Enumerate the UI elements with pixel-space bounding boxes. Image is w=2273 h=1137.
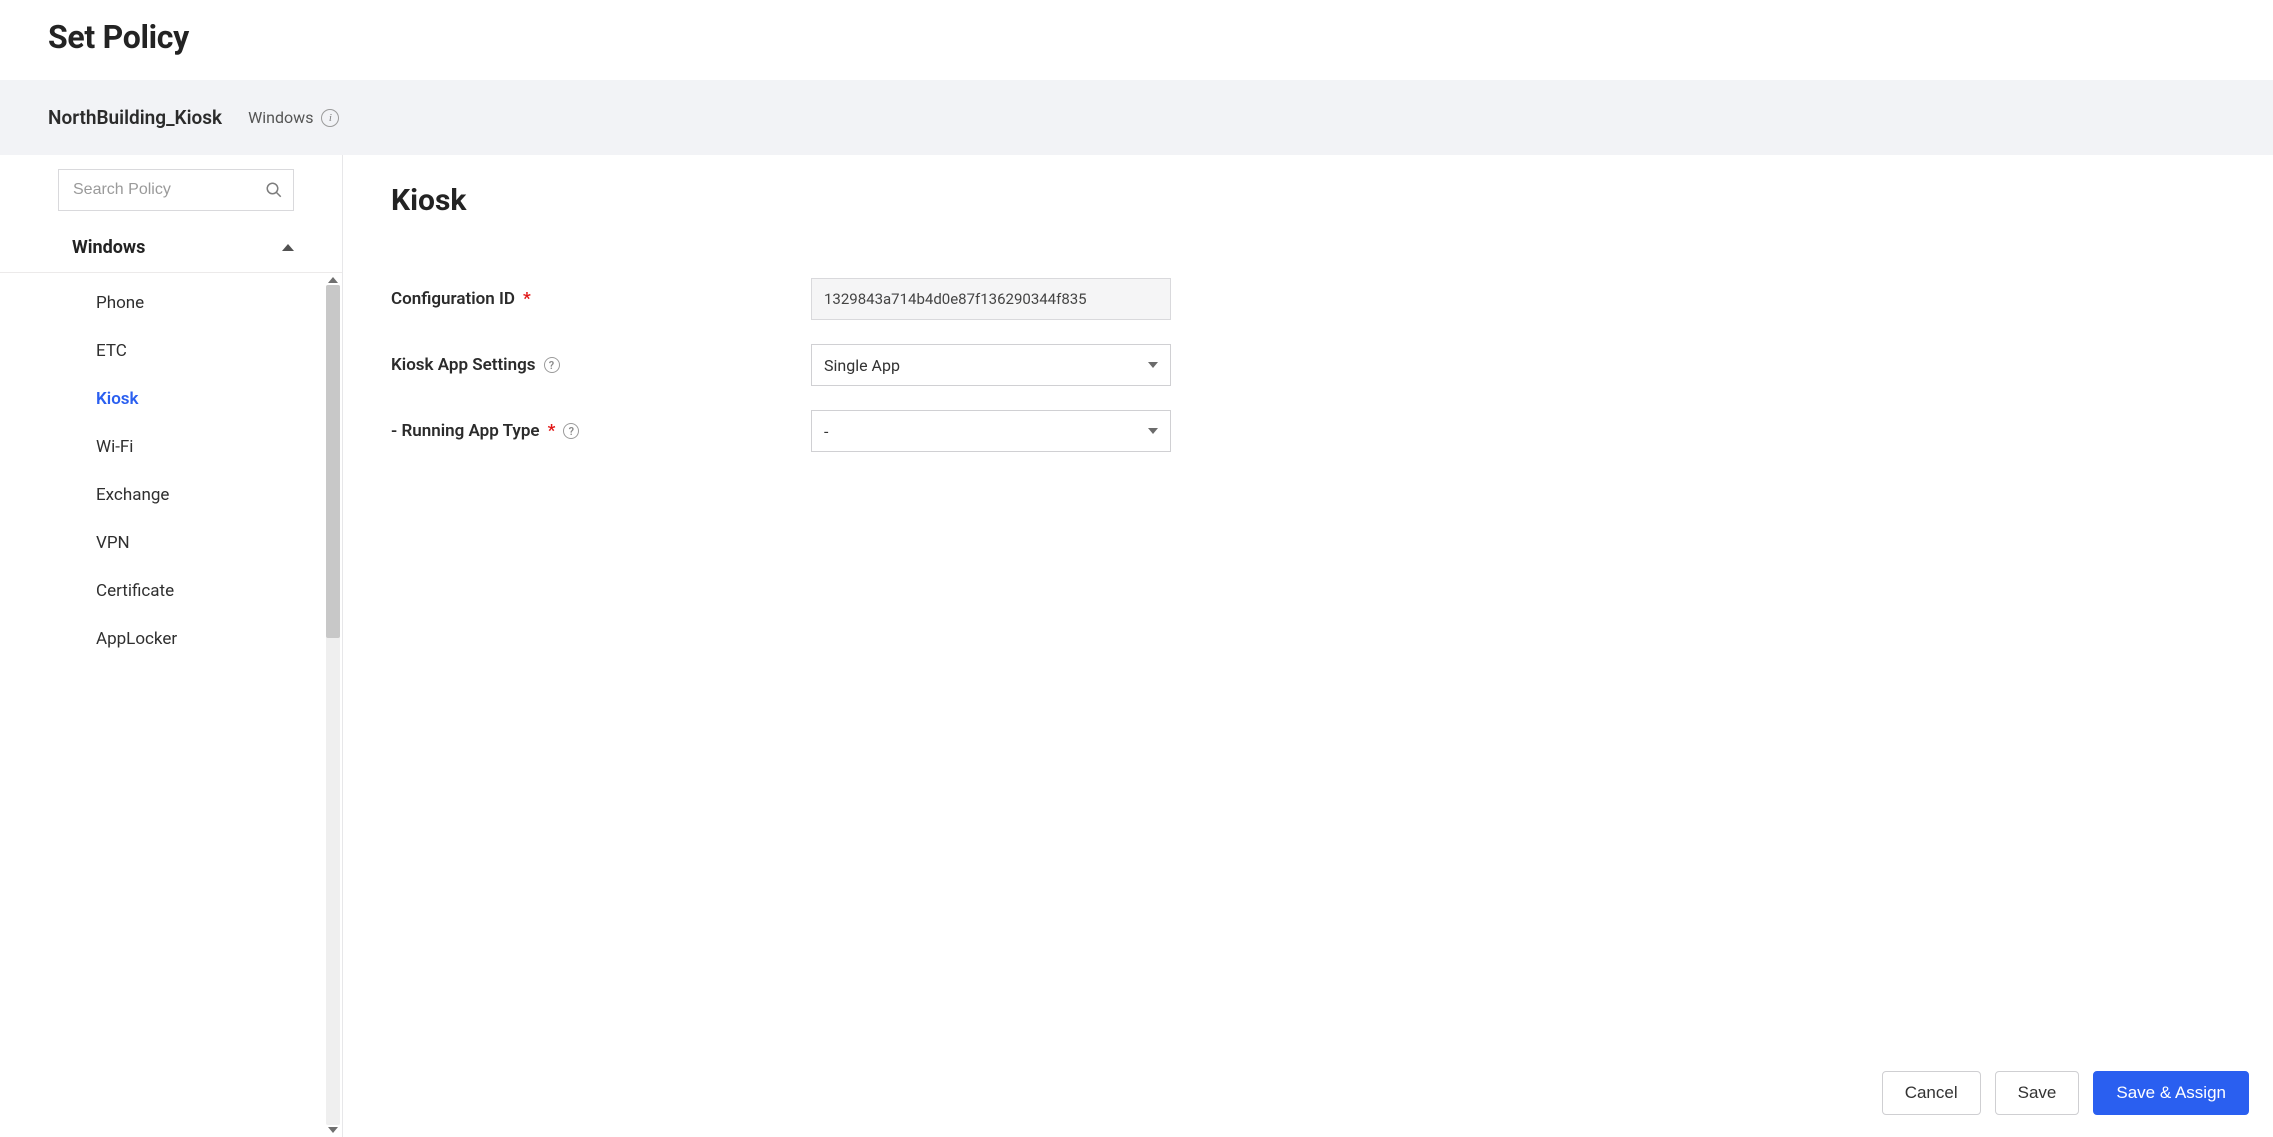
configuration-id-field[interactable]: 1329843a714b4d0e87f136290344f835 [811, 278, 1171, 320]
save-assign-button[interactable]: Save & Assign [2093, 1071, 2249, 1115]
required-mark: * [523, 289, 531, 309]
sidebar-item-kiosk[interactable]: Kiosk [0, 375, 342, 423]
platform-label: Windows i [248, 108, 339, 127]
chevron-up-icon [282, 244, 294, 251]
sidebar-scroll: Phone ETC Kiosk Wi-Fi Exchange VPN Certi… [0, 273, 342, 1137]
subheader: NorthBuilding_Kiosk Windows i [0, 80, 2273, 155]
scroll-down-icon[interactable] [328, 1127, 338, 1133]
scroll-track[interactable] [326, 285, 340, 1125]
label-kiosk-app-settings: Kiosk App Settings ? [391, 355, 771, 375]
sidebar-item-vpn[interactable]: VPN [0, 519, 342, 567]
info-icon[interactable]: i [321, 109, 339, 127]
scroll-thumb[interactable] [326, 285, 340, 638]
select-value: - [824, 422, 828, 441]
sidebar-item-phone[interactable]: Phone [0, 279, 342, 327]
row-configuration-id: Configuration ID * 1329843a714b4d0e87f13… [391, 266, 2225, 332]
select-value: Single App [824, 356, 900, 375]
sidebar-group-label: Windows [72, 237, 145, 258]
policy-name: NorthBuilding_Kiosk [48, 106, 222, 129]
running-app-type-select[interactable]: - [811, 410, 1171, 452]
scroll-up-icon[interactable] [328, 277, 338, 283]
page-title: Set Policy [48, 18, 2225, 56]
sidebar-item-certificate[interactable]: Certificate [0, 567, 342, 615]
search-box[interactable] [58, 169, 294, 211]
kiosk-app-settings-select[interactable]: Single App [811, 344, 1171, 386]
chevron-down-icon [1148, 428, 1158, 434]
label-text: - Running App Type [391, 421, 540, 441]
sidebar-group-windows[interactable]: Windows [0, 223, 342, 273]
sidebar-item-wifi[interactable]: Wi-Fi [0, 423, 342, 471]
label-configuration-id: Configuration ID * [391, 289, 771, 309]
row-kiosk-app-settings: Kiosk App Settings ? Single App [391, 332, 2225, 398]
platform-text: Windows [248, 108, 313, 127]
sidebar-item-exchange[interactable]: Exchange [0, 471, 342, 519]
scrollbar[interactable] [326, 277, 340, 1133]
label-text: Configuration ID [391, 289, 515, 309]
title-bar: Set Policy [0, 0, 2273, 80]
cancel-button[interactable]: Cancel [1882, 1071, 1981, 1115]
sidebar-item-etc[interactable]: ETC [0, 327, 342, 375]
row-running-app-type: - Running App Type * ? - [391, 398, 2225, 464]
content: Kiosk Configuration ID * 1329843a714b4d0… [343, 155, 2273, 1137]
label-text: Kiosk App Settings [391, 355, 536, 375]
chevron-down-icon [1148, 362, 1158, 368]
label-running-app-type: - Running App Type * ? [391, 421, 771, 441]
search-icon [265, 181, 283, 199]
help-icon[interactable]: ? [544, 357, 560, 373]
sidebar-list: Phone ETC Kiosk Wi-Fi Exchange VPN Certi… [0, 273, 342, 1137]
sidebar: Windows Phone ETC Kiosk Wi-Fi Exchange V… [0, 155, 343, 1137]
search-input[interactable] [71, 180, 253, 200]
section-title: Kiosk [391, 183, 2225, 218]
sidebar-item-applocker[interactable]: AppLocker [0, 615, 342, 663]
required-mark: * [548, 421, 556, 441]
help-icon[interactable]: ? [563, 423, 579, 439]
footer-actions: Cancel Save Save & Assign [1882, 1071, 2249, 1115]
save-button[interactable]: Save [1995, 1071, 2080, 1115]
